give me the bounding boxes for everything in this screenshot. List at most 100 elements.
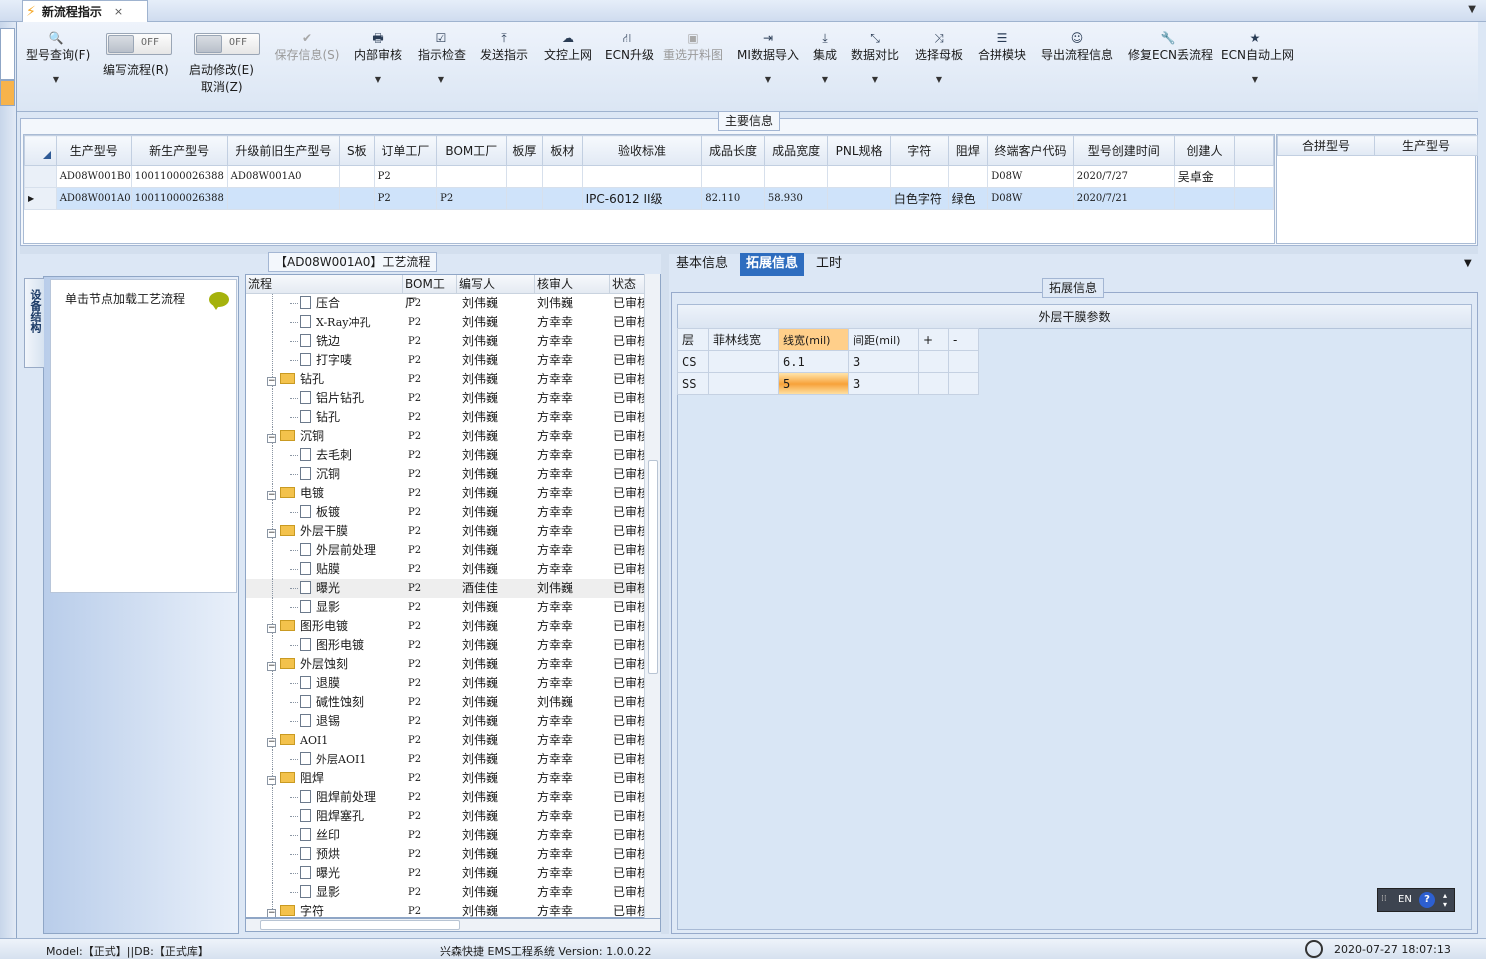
left-dock-segment-active[interactable] <box>0 80 15 106</box>
production-model-header[interactable]: 生产型号 <box>1374 135 1478 156</box>
param-cell[interactable] <box>708 372 779 395</box>
col-header-writer[interactable]: 编写人 <box>457 275 535 294</box>
col-header-flow[interactable]: 流程 <box>246 275 403 294</box>
tree-leaf-node[interactable]: 铝片钻孔 <box>290 389 364 408</box>
tree-folder-node[interactable]: − 外层蚀刻 <box>267 655 348 674</box>
row-indicator[interactable] <box>24 165 57 188</box>
tree-leaf-node[interactable]: 外层前处理 <box>290 541 376 560</box>
table-cell[interactable]: 10011000026388 <box>130 187 228 210</box>
main-col-header[interactable]: 验收标准 <box>581 135 703 166</box>
document-tab[interactable]: ⚡ 新流程指示 × <box>22 0 148 22</box>
table-cell[interactable]: P2 <box>373 187 438 210</box>
tree-row[interactable]: − 外层蚀刻 P2 刘伟巍 方幸幸 已审核 <box>246 655 646 674</box>
main-col-header[interactable]: 新生产型号 <box>130 135 228 166</box>
table-cell[interactable] <box>827 187 891 210</box>
table-cell[interactable] <box>542 187 583 210</box>
tree-row[interactable]: X-Ray冲孔 P2 刘伟巍 方幸幸 已审核 <box>246 313 646 332</box>
tree-leaf-node[interactable]: 退膜 <box>290 674 340 693</box>
tree-row[interactable]: 压合 P2 刘伟巍 刘伟巍 已审核 <box>246 294 646 313</box>
main-col-header[interactable]: 终端客户代码 <box>987 135 1074 166</box>
tree-row[interactable]: 外层AOI1 P2 刘伟巍 方幸幸 已审核 <box>246 750 646 769</box>
table-cell[interactable] <box>1173 187 1236 210</box>
table-cell[interactable] <box>763 165 829 188</box>
table-cell[interactable]: D08W <box>987 165 1074 188</box>
table-cell[interactable]: P2 <box>373 165 438 188</box>
tree-row[interactable]: 图形电镀 P2 刘伟巍 方幸幸 已审核 <box>246 636 646 655</box>
help-icon[interactable]: ? <box>1419 892 1435 908</box>
chevron-down-icon[interactable]: ▼ <box>354 75 402 84</box>
tree-row[interactable]: 去毛刺 P2 刘伟巍 方幸幸 已审核 <box>246 446 646 465</box>
ribbon-button-6[interactable]: ⛙ ECN升级 <box>605 28 654 63</box>
col-header-bom[interactable]: BOM工厂 <box>403 275 457 310</box>
collapse-icon[interactable]: − <box>267 529 276 538</box>
col-header-checker[interactable]: 核审人 <box>535 275 610 294</box>
left-dock-segment[interactable] <box>0 28 15 80</box>
param-col-header[interactable]: 线宽(mil) <box>778 328 849 351</box>
chevron-down-icon[interactable]: ▼ <box>914 75 964 84</box>
main-col-header[interactable]: 升级前旧生产型号 <box>226 135 341 166</box>
tree-folder-node[interactable]: − 图形电镀 <box>267 617 348 636</box>
ribbon-button-15[interactable]: ★ ECN自动上网 ▼ <box>1221 28 1294 84</box>
chevron-down-icon[interactable]: ▼ <box>26 75 86 84</box>
tree-row[interactable]: 钻孔 P2 刘伟巍 方幸幸 已审核 <box>246 408 646 427</box>
tree-row[interactable]: − 阻焊 P2 刘伟巍 方幸幸 已审核 <box>246 769 646 788</box>
tree-leaf-node[interactable]: 曝光 <box>290 579 340 598</box>
main-col-header[interactable]: 生产型号 <box>55 135 132 166</box>
param-row[interactable]: CS 6.1 3 <box>677 350 979 373</box>
table-cell[interactable]: 吴卓金 <box>1173 165 1236 188</box>
tree-scroll-thumb[interactable] <box>648 460 658 674</box>
row-indicator[interactable]: ▶ <box>24 187 57 210</box>
tree-leaf-node[interactable]: 压合 <box>290 294 340 313</box>
tree-leaf-node[interactable]: 贴膜 <box>290 560 340 579</box>
tree-row[interactable]: 铝片钻孔 P2 刘伟巍 方幸幸 已审核 <box>246 389 646 408</box>
tree-hscroll-thumb[interactable] <box>260 920 460 930</box>
chevron-down-icon[interactable]: ▼ <box>1221 75 1289 84</box>
tree-row[interactable]: − 外层干膜 P2 刘伟巍 方幸幸 已审核 <box>246 522 646 541</box>
tree-row[interactable]: 碱性蚀刻 P2 刘伟巍 刘伟巍 已审核 <box>246 693 646 712</box>
tree-leaf-node[interactable]: 曝光 <box>290 864 340 883</box>
main-col-header[interactable]: 板厚 <box>505 135 544 166</box>
tree-leaf-node[interactable]: 预烘 <box>290 845 340 864</box>
collapse-icon[interactable]: − <box>267 491 276 500</box>
tree-row[interactable]: 曝光 P2 酒佳佳 刘伟巍 已审核 <box>246 579 646 598</box>
cancel-modify-label[interactable]: 取消(Z) <box>201 78 243 95</box>
vertical-splitter[interactable] <box>661 254 669 934</box>
tree-leaf-node[interactable]: 去毛刺 <box>290 446 352 465</box>
chevron-down-icon[interactable]: ▼ <box>812 75 838 84</box>
tree-row[interactable]: 预烘 P2 刘伟巍 方幸幸 已审核 <box>246 845 646 864</box>
merge-model-header[interactable]: 合拼型号 <box>1277 135 1375 156</box>
tree-row[interactable]: 沉铜 P2 刘伟巍 方幸幸 已审核 <box>246 465 646 484</box>
param-col-header[interactable]: 间距(mil) <box>848 328 919 351</box>
table-cell[interactable] <box>436 165 507 188</box>
tab-work-hours[interactable]: 工时 <box>810 253 848 276</box>
table-cell[interactable] <box>505 165 544 188</box>
add-column-button[interactable]: + <box>918 328 949 351</box>
table-cell[interactable]: 10011000026388 <box>130 165 228 188</box>
table-cell[interactable]: 绿色 <box>947 187 989 210</box>
tree-row[interactable]: − 钻孔 P2 刘伟巍 方幸幸 已审核 <box>246 370 646 389</box>
table-cell[interactable] <box>339 165 375 188</box>
tree-row[interactable]: 显影 P2 刘伟巍 方幸幸 已审核 <box>246 598 646 617</box>
ribbon-button-0[interactable]: 🔍 型号查询(F) ▼ <box>26 28 90 84</box>
tree-leaf-node[interactable]: 图形电镀 <box>290 636 364 655</box>
tree-leaf-node[interactable]: 外层AOI1 <box>290 750 366 769</box>
tree-row[interactable]: 显影 P2 刘伟巍 方幸幸 已审核 <box>246 883 646 902</box>
ribbon-button-13[interactable]: ☺ 导出流程信息 <box>1040 28 1114 63</box>
tree-leaf-node[interactable]: 打字唛 <box>290 351 352 370</box>
param-cell[interactable]: 3 <box>848 350 919 373</box>
ribbon-button-10[interactable]: ⤡ 数据对比 ▼ <box>851 28 899 84</box>
start-modify-toggle[interactable]: OFF <box>194 33 260 55</box>
main-col-header[interactable]: S板 <box>339 135 375 166</box>
ribbon-button-2[interactable]: 🖶 内部审核 ▼ <box>354 28 402 84</box>
ribbon-button-8[interactable]: ⇥ MI数据导入 ▼ <box>737 28 799 84</box>
tree-row[interactable]: 阻焊前处理 P2 刘伟巍 方幸幸 已审核 <box>246 788 646 807</box>
tree-row[interactable]: 曝光 P2 刘伟巍 方幸幸 已审核 <box>246 864 646 883</box>
table-cell[interactable]: 2020/7/21 <box>1072 187 1175 210</box>
main-col-header[interactable]: PNL规格 <box>827 135 891 166</box>
collapse-icon[interactable]: − <box>267 377 276 386</box>
main-col-header[interactable]: 订单工厂 <box>373 135 438 166</box>
tree-row[interactable]: 外层前处理 P2 刘伟巍 方幸幸 已审核 <box>246 541 646 560</box>
main-col-header[interactable]: 型号创建时间 <box>1072 135 1175 166</box>
tree-horizontal-scrollbar[interactable] <box>245 918 661 932</box>
tree-folder-node[interactable]: − AOI1 <box>267 731 328 750</box>
